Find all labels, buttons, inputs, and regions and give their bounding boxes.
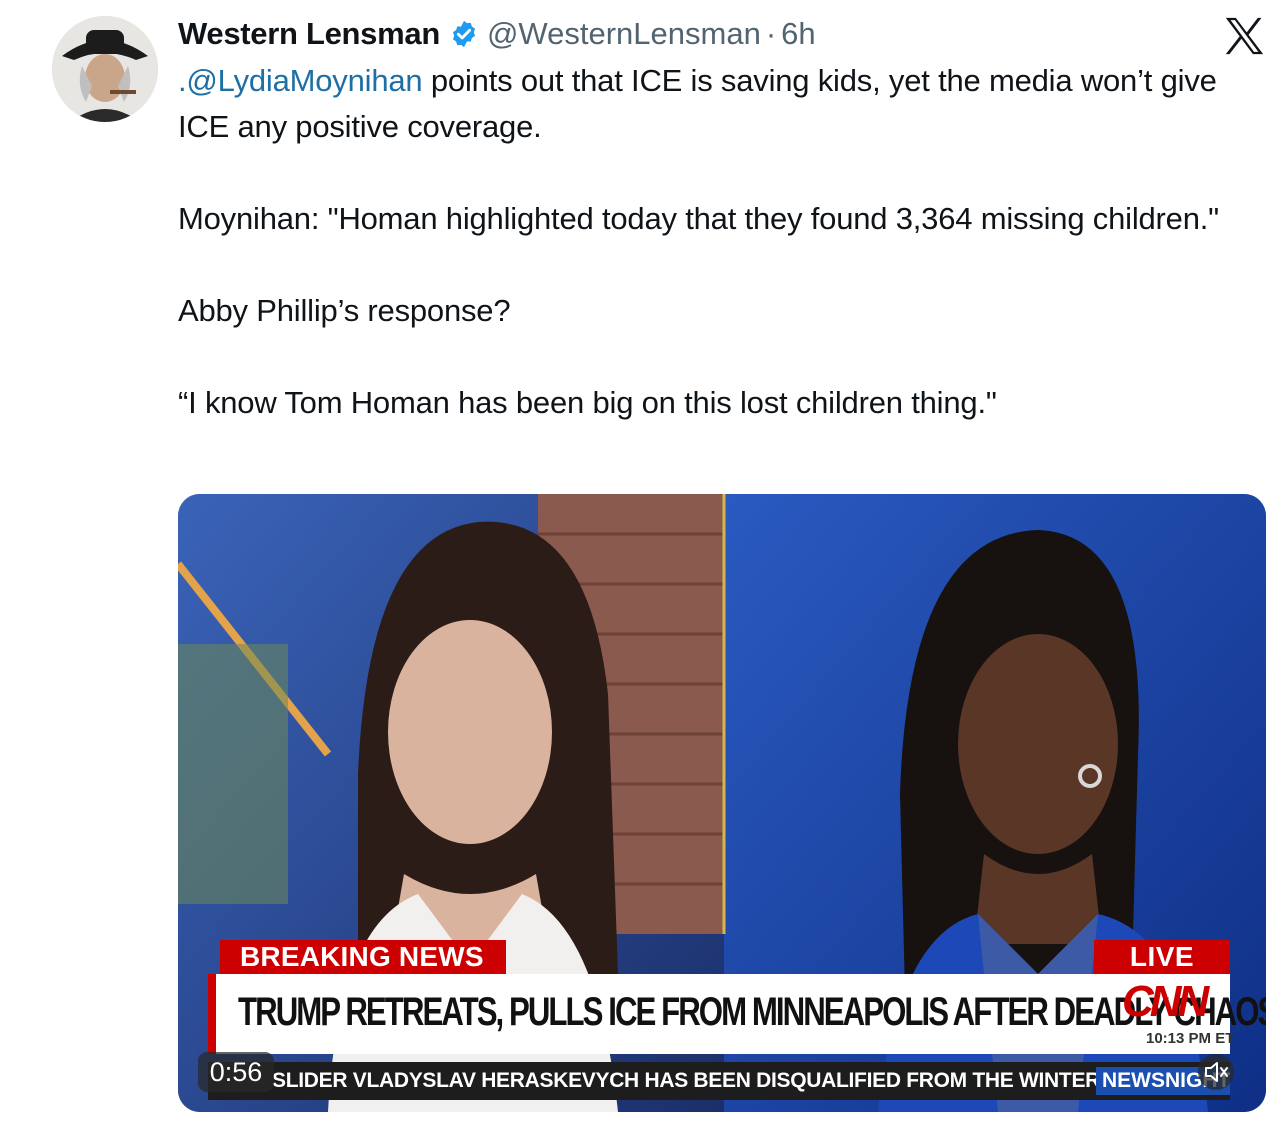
- mention-link[interactable]: .@LydiaMoynihan: [178, 63, 423, 98]
- x-logo-icon[interactable]: [1222, 16, 1266, 56]
- ticker-text: SLIDER VLADYSLAV HERASKEVYCH HAS BEEN DI…: [272, 1069, 1101, 1092]
- tweet-paragraph-response: “I know Tom Homan has been big on this l…: [178, 385, 997, 420]
- separator-dot: ·: [765, 16, 777, 51]
- tweet-timestamp[interactable]: 6h: [781, 16, 815, 52]
- breaking-news-label: BREAKING NEWS: [220, 940, 506, 974]
- tweet-body: .@LydiaMoynihan points out that ICE is s…: [178, 58, 1268, 426]
- verified-badge-icon: [452, 20, 475, 48]
- tweet-paragraph-question: Abby Phillip’s response?: [178, 293, 511, 328]
- author-avatar[interactable]: [52, 16, 158, 122]
- video-player[interactable]: BREAKING NEWS LIVE TRUMP RETREATS, PULLS…: [178, 494, 1266, 1112]
- chyron-headline-bar: TRUMP RETREATS, PULLS ICE FROM MINNEAPOL…: [208, 974, 1266, 1054]
- mute-button[interactable]: [1198, 1054, 1234, 1090]
- tweet-paragraph: .@LydiaMoynihan points out that ICE is s…: [178, 58, 1268, 150]
- cnn-logo: CNN: [1122, 977, 1209, 1026]
- video-duration: 0:56: [198, 1052, 274, 1092]
- tweet-header: Western Lensman @WesternLensman · 6h: [178, 12, 816, 56]
- chyron-headline: TRUMP RETREATS, PULLS ICE FROM MINNEAPOL…: [238, 990, 1266, 1034]
- live-label: LIVE: [1094, 940, 1230, 974]
- author-name[interactable]: Western Lensman: [178, 16, 440, 52]
- avatar-image: [52, 16, 158, 122]
- broadcast-time: 10:13 PM ET: [1146, 1030, 1235, 1047]
- tweet-paragraph-quote: Moynihan: "Homan highlighted today that …: [178, 201, 1219, 236]
- muted-speaker-icon: [1205, 1062, 1228, 1082]
- author-handle[interactable]: @WesternLensman: [487, 16, 761, 52]
- news-ticker: SLIDER VLADYSLAV HERASKEVYCH HAS BEEN DI…: [208, 1062, 1230, 1100]
